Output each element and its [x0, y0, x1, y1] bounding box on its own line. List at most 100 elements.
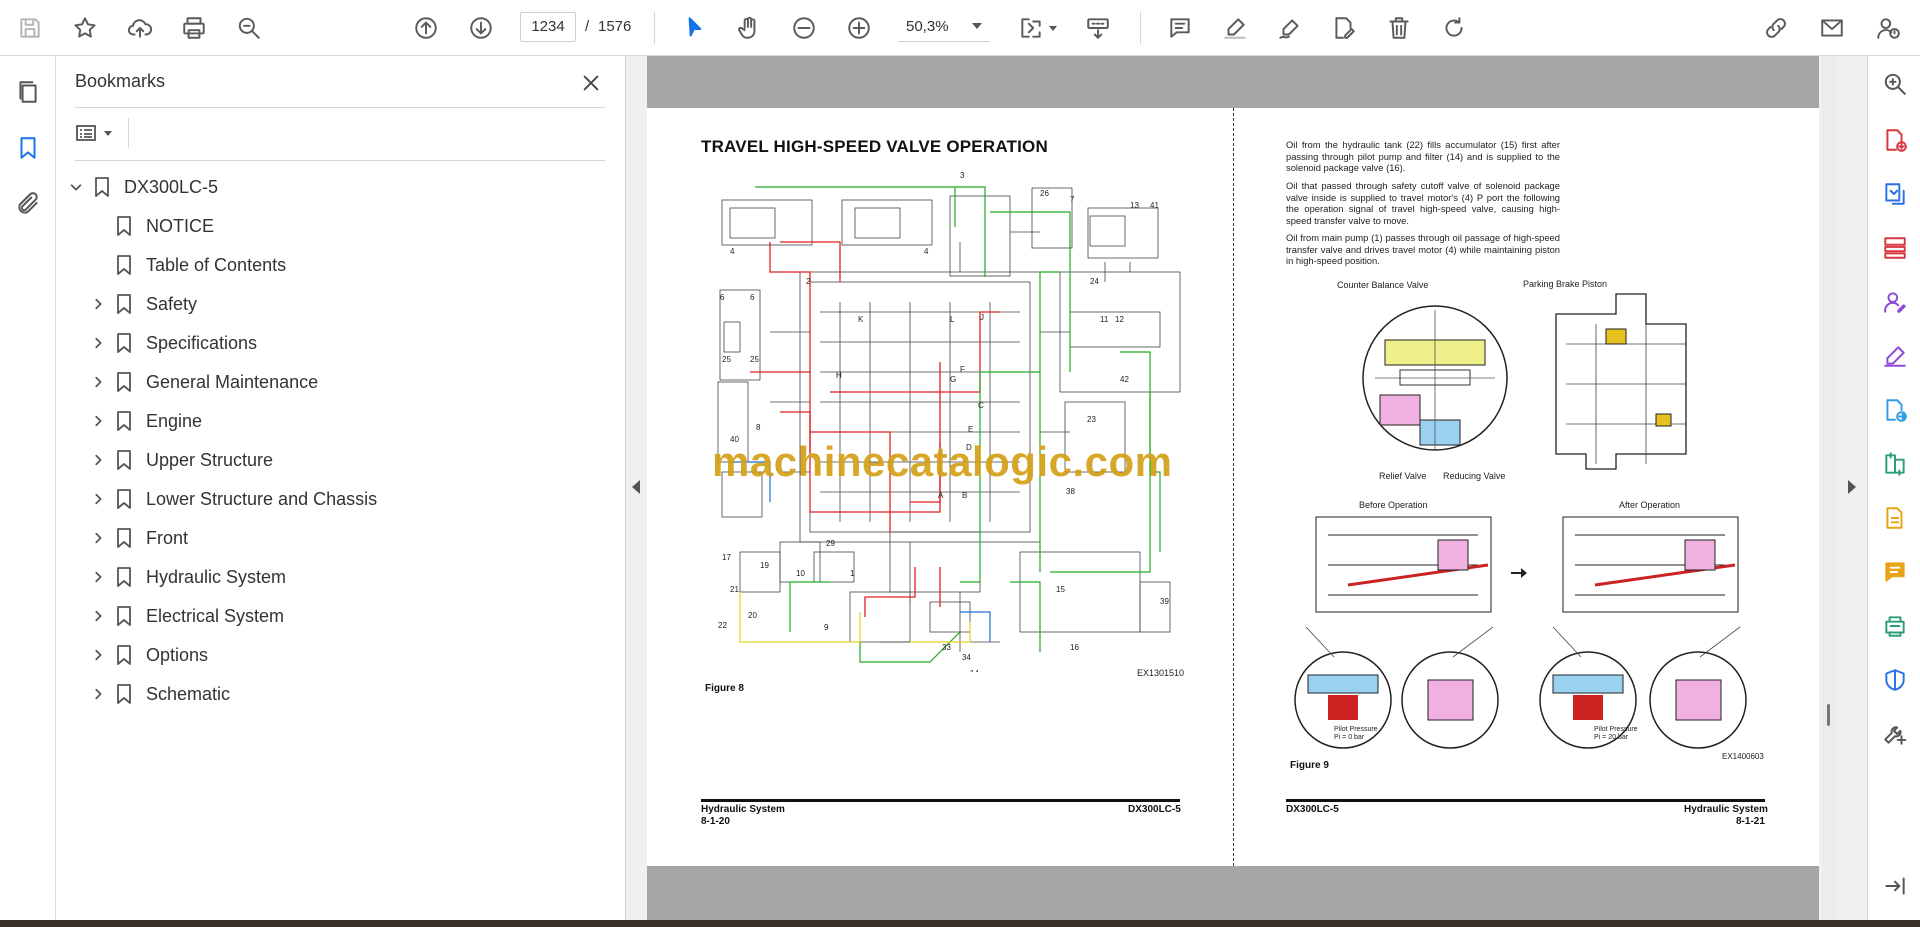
fill-sign-icon[interactable]	[1877, 338, 1913, 374]
svg-text:12: 12	[1115, 315, 1124, 324]
bookmark-item[interactable]: General Maintenance	[90, 366, 318, 398]
figure-8-code: EX1301510	[1137, 668, 1185, 678]
export-pdf-icon[interactable]	[1877, 176, 1913, 212]
collapse-left-panel-icon[interactable]	[632, 480, 640, 494]
create-pdf-icon[interactable]	[1877, 122, 1913, 158]
svg-text:L: L	[950, 315, 955, 324]
bookmark-root[interactable]: DX300LC-5	[68, 171, 218, 203]
print-icon[interactable]	[176, 10, 212, 46]
bookmark-icon	[116, 294, 132, 314]
more-tools-icon[interactable]	[1877, 716, 1913, 752]
bookmark-item[interactable]: Hydraulic System	[90, 561, 286, 593]
delete-trash-icon[interactable]	[1381, 10, 1417, 46]
chevron-right-icon[interactable]	[90, 296, 106, 312]
page-number-input[interactable]: 1234	[520, 12, 576, 42]
bookmark-item[interactable]: Lower Structure and Chassis	[90, 483, 377, 515]
chevron-right-icon[interactable]	[90, 530, 106, 546]
bookmark-item[interactable]: Electrical System	[90, 600, 284, 632]
vertical-scrollbar[interactable]	[1822, 56, 1836, 920]
edit-text-icon[interactable]	[1326, 10, 1362, 46]
email-icon[interactable]	[1814, 10, 1850, 46]
bookmark-label: Schematic	[146, 683, 231, 704]
select-cursor-icon[interactable]	[677, 10, 713, 46]
page-fit-icon[interactable]	[1013, 10, 1049, 46]
figure-8-label: Figure 8	[705, 683, 744, 694]
edit-pdf-icon[interactable]	[1877, 500, 1913, 536]
bookmarks-icon[interactable]	[10, 130, 46, 166]
page-thumbnails-icon[interactable]	[10, 74, 46, 110]
top-toolbar: 1234 / 1576 50,3%	[0, 0, 1920, 56]
svg-text:1: 1	[850, 569, 855, 578]
star-icon[interactable]	[67, 10, 103, 46]
chevron-right-icon[interactable]	[90, 374, 106, 390]
left-footer-model: DX300LC-5	[1128, 804, 1181, 815]
svg-text:J: J	[980, 313, 984, 322]
svg-text:19: 19	[760, 561, 769, 570]
hand-tool-icon[interactable]	[731, 10, 767, 46]
svg-text:17: 17	[722, 553, 731, 562]
zoom-out-icon[interactable]	[786, 10, 822, 46]
svg-text:9: 9	[824, 623, 829, 632]
right-footer-model: DX300LC-5	[1286, 804, 1339, 815]
bookmark-item[interactable]: NOTICE	[90, 210, 214, 242]
chevron-right-icon[interactable]	[90, 413, 106, 429]
bookmark-item[interactable]: Specifications	[90, 327, 257, 359]
svg-text:34: 34	[962, 653, 971, 662]
label-pilot-pressure-before: Pilot Pressure Pi = 0 bar	[1334, 726, 1378, 741]
right-footer-page: 8-1-21	[1736, 816, 1765, 827]
page-fit-caret-icon[interactable]	[1049, 26, 1057, 31]
chevron-right-icon[interactable]	[90, 647, 106, 663]
upload-cloud-icon[interactable]	[122, 10, 158, 46]
chevron-right-icon[interactable]	[90, 569, 106, 585]
bookmark-options-button[interactable]	[74, 118, 120, 148]
comment-icon[interactable]	[1162, 10, 1198, 46]
account-help-icon[interactable]	[1870, 10, 1906, 46]
close-panel-icon[interactable]	[576, 68, 606, 98]
chevron-right-icon[interactable]	[90, 452, 106, 468]
chevron-right-icon[interactable]	[90, 335, 106, 351]
share-link-icon[interactable]	[1758, 10, 1794, 46]
scrolling-mode-icon[interactable]	[1080, 10, 1116, 46]
redo-icon[interactable]	[1436, 10, 1472, 46]
zoom-tool-icon[interactable]	[1877, 66, 1913, 102]
svg-text:7: 7	[1070, 195, 1075, 204]
send-for-review-icon[interactable]	[1877, 392, 1913, 428]
bookmark-item[interactable]: Safety	[90, 288, 197, 320]
draw-freehand-icon[interactable]	[1272, 10, 1308, 46]
previous-page-icon[interactable]	[408, 10, 444, 46]
scan-ocr-icon[interactable]	[1877, 608, 1913, 644]
scrollbar-thumb[interactable]	[1827, 704, 1830, 726]
collapse-right-panel-icon[interactable]	[1848, 480, 1856, 494]
chevron-right-icon[interactable]	[90, 491, 106, 507]
bookmark-item[interactable]: Engine	[90, 405, 202, 437]
svg-text:25: 25	[722, 355, 731, 364]
zoom-in-icon[interactable]	[841, 10, 877, 46]
next-page-icon[interactable]	[463, 10, 499, 46]
expand-panel-icon[interactable]	[1877, 868, 1913, 904]
zoom-search-icon[interactable]	[231, 10, 267, 46]
chevron-right-icon[interactable]	[90, 686, 106, 702]
chevron-down-icon[interactable]	[68, 179, 84, 195]
chevron-right-icon[interactable]	[90, 608, 106, 624]
attachments-paperclip-icon[interactable]	[10, 186, 46, 222]
bookmark-item[interactable]: Front	[90, 522, 188, 554]
protect-shield-icon[interactable]	[1877, 662, 1913, 698]
bookmark-item[interactable]: Table of Contents	[90, 249, 286, 281]
bookmark-item[interactable]: Options	[90, 639, 208, 671]
right-footer-title: Hydraulic System	[1684, 804, 1768, 815]
bookmark-item[interactable]: Schematic	[90, 678, 230, 710]
svg-text:25: 25	[750, 355, 759, 364]
compare-files-icon[interactable]	[1877, 446, 1913, 482]
comment-tool-icon[interactable]	[1877, 554, 1913, 590]
bookmark-icon	[116, 528, 132, 548]
organize-pages-icon[interactable]	[1877, 230, 1913, 266]
svg-text:G: G	[950, 375, 956, 384]
highlight-pen-icon[interactable]	[1217, 10, 1253, 46]
svg-text:11: 11	[1100, 315, 1109, 324]
bookmark-item[interactable]: Upper Structure	[90, 444, 273, 476]
save-icon[interactable]	[12, 10, 48, 46]
request-esign-icon[interactable]	[1877, 284, 1913, 320]
zoom-dropdown-caret-icon[interactable]	[972, 23, 982, 29]
svg-text:13: 13	[1130, 201, 1139, 210]
figure-9-code: EX1400603	[1722, 752, 1764, 761]
